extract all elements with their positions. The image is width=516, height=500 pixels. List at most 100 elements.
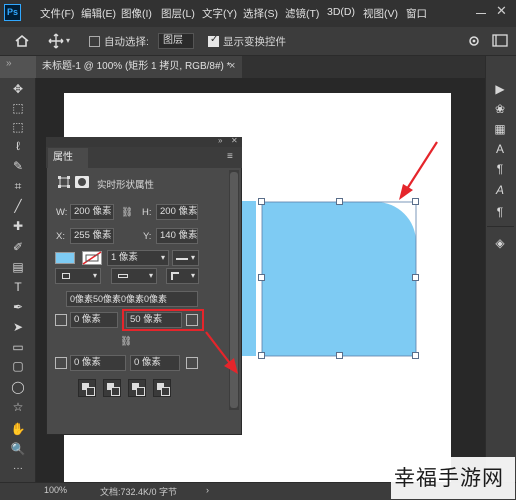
menu-3d[interactable]: 3D(D) — [327, 6, 355, 18]
panel-title-bar[interactable] — [46, 137, 242, 147]
panel-menu-icon[interactable]: ≡ — [227, 151, 233, 162]
link-icon[interactable]: ⛓ — [121, 207, 133, 218]
zoom-level[interactable]: 100% — [44, 485, 67, 495]
status-arrow-icon[interactable]: › — [206, 485, 209, 495]
menu-view[interactable]: 视图(V) — [363, 6, 398, 21]
transform-handle[interactable] — [258, 352, 265, 359]
path-select-icon[interactable]: ➤ — [9, 318, 27, 336]
menu-type[interactable]: 文字(Y) — [202, 6, 237, 21]
panel-header: 实时形状属性 — [97, 180, 155, 191]
document-tab[interactable]: 未标题-1 @ 100% (矩形 1 拷贝, RGB/8#) * — [36, 56, 242, 78]
stroke-cap-dropdown[interactable]: ▾ — [111, 268, 157, 284]
height-input[interactable]: 200 像素 — [156, 204, 198, 220]
panel-collapse-icon[interactable]: » — [218, 136, 222, 145]
auto-select-dropdown[interactable]: 图层 — [158, 33, 194, 49]
hand-icon[interactable]: ✋ — [9, 420, 27, 438]
zoom-icon[interactable]: 🔍 — [9, 440, 27, 458]
auto-select-label: 自动选择: — [104, 36, 149, 48]
history-icon[interactable]: ▶ — [491, 80, 509, 98]
corner-tl-input[interactable]: 0 像素 — [70, 312, 118, 328]
menu-select[interactable]: 选择(S) — [243, 6, 278, 21]
character-icon[interactable]: A — [491, 140, 509, 158]
width-input[interactable]: 200 像素 — [70, 204, 114, 220]
marquee-icon[interactable]: ⬚ — [9, 118, 27, 136]
eyedropper-icon[interactable]: ╱ — [9, 197, 27, 215]
pen-icon[interactable]: ✒ — [9, 298, 27, 316]
transform-handle[interactable] — [258, 274, 265, 281]
corner-radius-all-input[interactable]: 0像素50像素0像素0像素 — [66, 291, 198, 307]
ellipse-icon[interactable]: ◯ — [9, 378, 27, 396]
stroke-width-input[interactable]: 1 像素 ▾ — [107, 250, 169, 266]
corner-link-icon[interactable]: ⛓ — [120, 336, 132, 347]
more-tools-icon[interactable]: ··· — [9, 460, 27, 478]
exclude-overlap-button[interactable] — [153, 379, 171, 397]
chevron-down-icon[interactable]: ▾ — [66, 36, 70, 45]
glyphs-icon[interactable]: A — [491, 181, 509, 199]
custom-shape-icon[interactable]: ☆ — [9, 398, 27, 416]
unite-shapes-button[interactable] — [78, 379, 96, 397]
red-arrow-annotation — [399, 141, 438, 200]
rectangle-shape-original[interactable] — [240, 201, 256, 356]
menu-filter[interactable]: 滤镜(T) — [285, 6, 319, 21]
layers-icon[interactable]: ◈ — [491, 234, 509, 252]
collapse-left-icon[interactable]: » — [6, 58, 12, 69]
brush-icon[interactable]: ✐ — [9, 238, 27, 256]
menu-image[interactable]: 图像(I) — [121, 6, 152, 21]
stroke-color-swatch[interactable] — [82, 251, 102, 265]
intersect-shapes-button[interactable] — [128, 379, 146, 397]
tab-properties[interactable]: 属性 — [48, 148, 88, 168]
menu-edit[interactable]: 编辑(E) — [81, 6, 116, 21]
move-tool-icon[interactable] — [48, 33, 64, 49]
home-icon[interactable] — [14, 34, 30, 48]
move-icon[interactable]: ✥ — [9, 80, 27, 98]
menu-layer[interactable]: 图层(L) — [161, 6, 195, 21]
dock-divider — [487, 226, 514, 227]
artboard-icon[interactable]: ⬚ — [9, 99, 27, 117]
corner-tl-icon — [55, 314, 67, 326]
photoshop-logo: Ps — [4, 4, 21, 21]
settings-icon[interactable] — [467, 34, 481, 48]
fill-color-swatch[interactable] — [55, 252, 75, 264]
transform-handle[interactable] — [412, 352, 419, 359]
transform-handle[interactable] — [336, 352, 343, 359]
paragraph-icon[interactable]: ¶ — [491, 160, 509, 178]
workspace-icon[interactable] — [492, 34, 508, 48]
stroke-align-dropdown[interactable]: ▾ — [55, 268, 101, 284]
stroke-width-value: 1 像素 — [111, 252, 138, 263]
text-icon[interactable]: T — [9, 278, 27, 296]
transform-handle[interactable] — [412, 274, 419, 281]
close-icon[interactable]: ✕ — [496, 3, 507, 19]
lasso-icon[interactable]: ℓ — [9, 137, 27, 155]
transform-handle[interactable] — [258, 198, 265, 205]
subtract-front-button[interactable] — [103, 379, 121, 397]
x-input[interactable]: 255 像素 — [70, 228, 114, 244]
corner-br-input[interactable]: 0 像素 — [130, 355, 180, 371]
stroke-type-dropdown[interactable]: ▾ — [172, 250, 199, 266]
tab-close-icon[interactable]: × — [229, 60, 235, 72]
panel-close-icon[interactable]: ✕ — [231, 136, 238, 145]
shape-transform-icon — [58, 176, 70, 188]
healing-icon[interactable]: ✚ — [9, 217, 27, 235]
rounded-rect-icon[interactable]: ▢ — [9, 357, 27, 375]
menu-window[interactable]: 窗口 — [406, 6, 427, 21]
corner-br-icon — [186, 357, 198, 369]
show-transform-checkbox[interactable] — [208, 34, 219, 47]
mask-icon — [75, 176, 89, 188]
swatches-icon[interactable]: ▦ — [491, 120, 509, 138]
paragraph-styles-icon[interactable]: ¶ — [491, 203, 509, 221]
minimize-icon[interactable] — [474, 6, 488, 18]
red-arrow-annotation-panel — [205, 331, 238, 374]
rectangle-shape-copy[interactable] — [256, 196, 424, 364]
auto-select-checkbox[interactable] — [89, 36, 100, 47]
quick-select-icon[interactable]: ✎ — [9, 157, 27, 175]
gradient-icon[interactable]: ▤ — [9, 258, 27, 276]
rectangle-icon[interactable]: ▭ — [9, 338, 27, 356]
crop-icon[interactable]: ⌗ — [9, 177, 27, 195]
brushes-icon[interactable]: ❀ — [491, 100, 509, 118]
menu-file[interactable]: 文件(F) — [40, 6, 74, 21]
transform-handle[interactable] — [336, 198, 343, 205]
width-label: W: — [56, 207, 68, 218]
stroke-corner-dropdown[interactable]: ▾ — [166, 268, 199, 284]
y-input[interactable]: 140 像素 — [156, 228, 198, 244]
corner-bl-input[interactable]: 0 像素 — [70, 355, 126, 371]
